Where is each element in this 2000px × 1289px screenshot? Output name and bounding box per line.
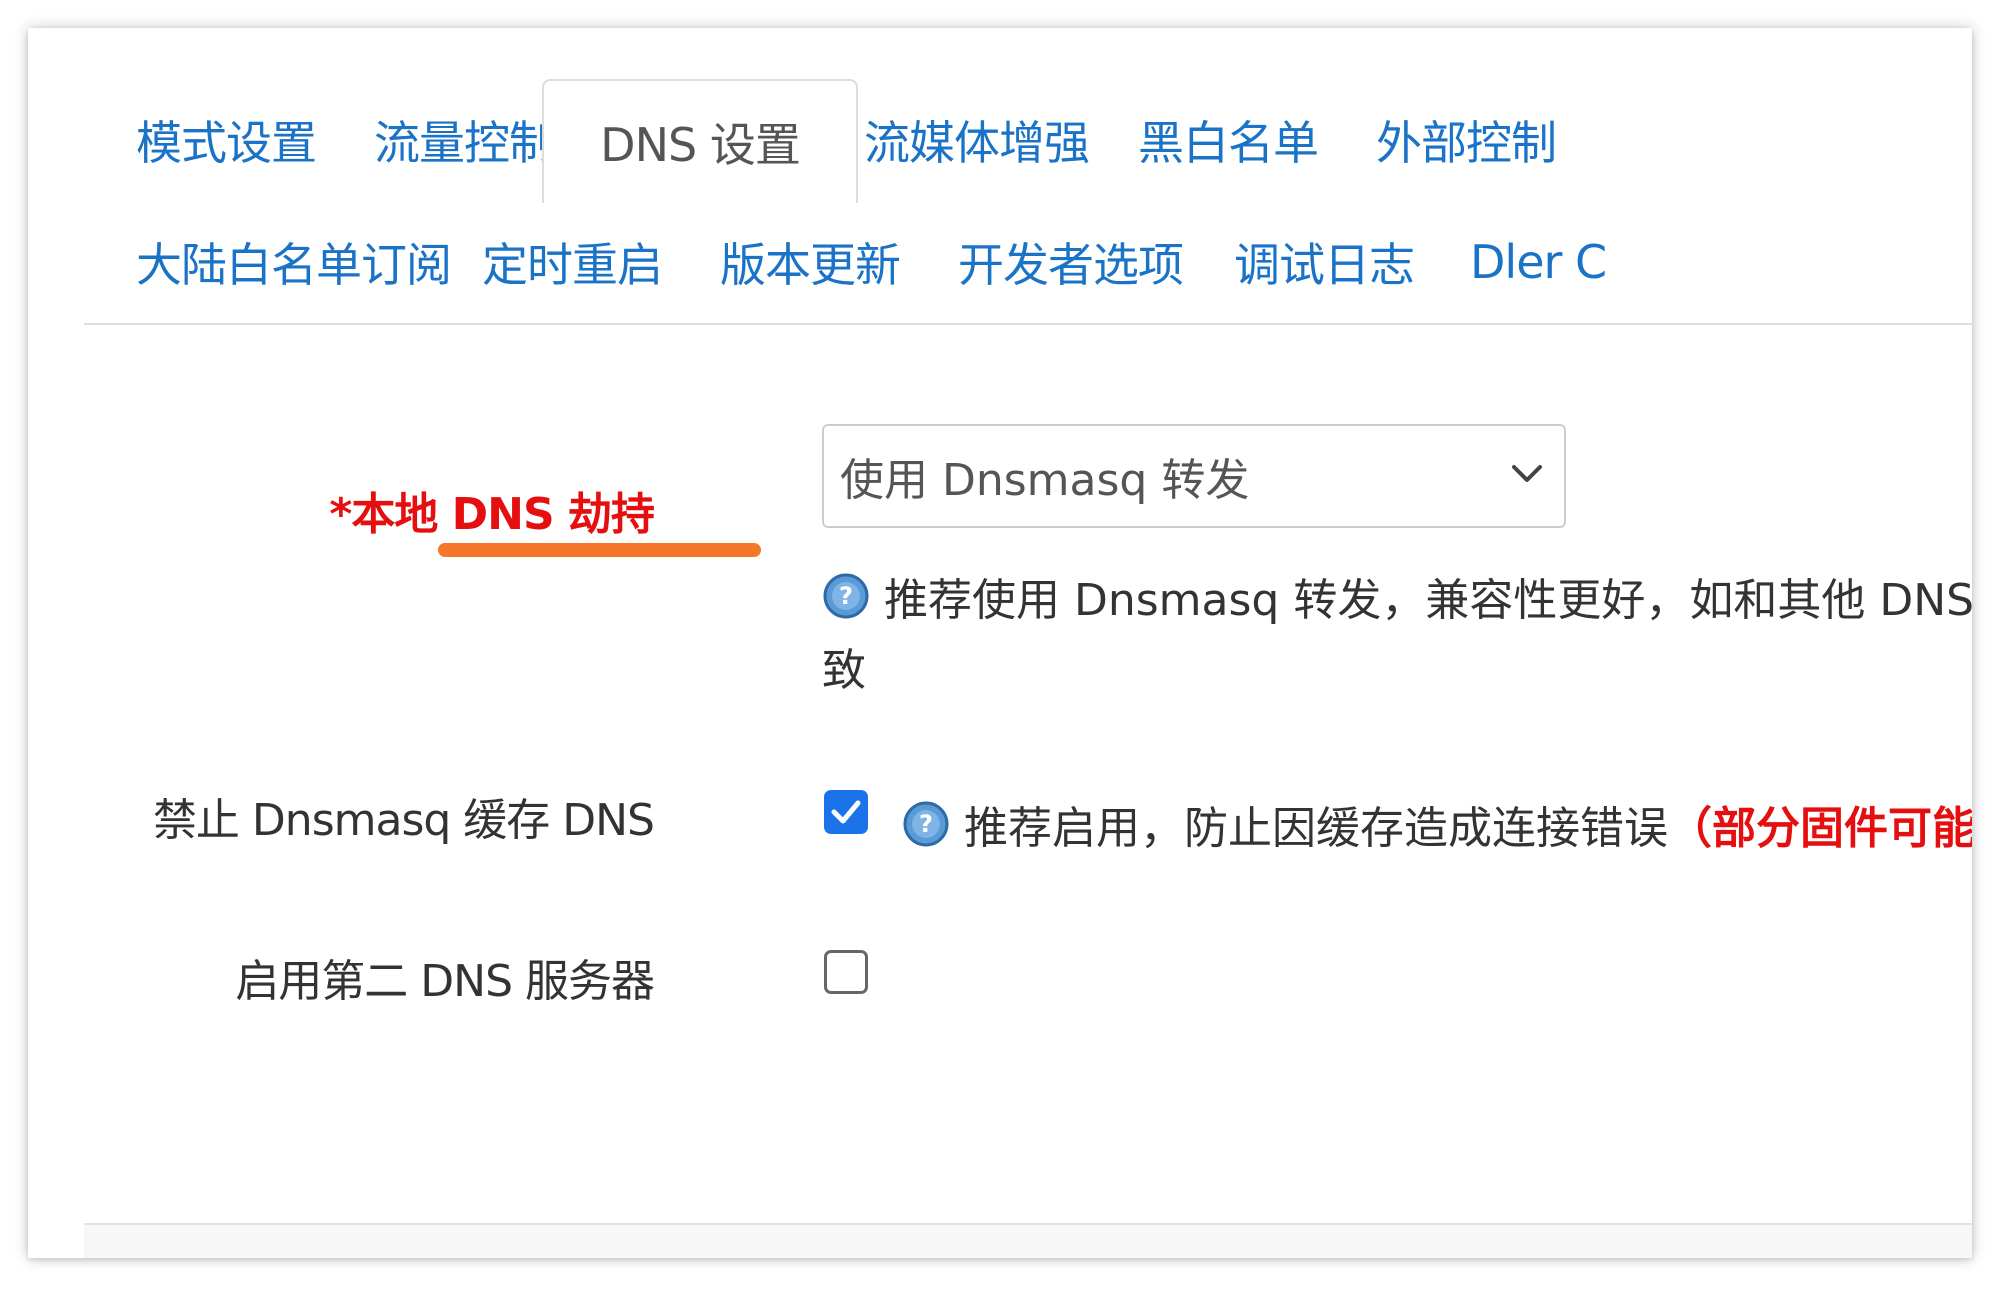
tab-dler-cloud[interactable]: Dler C	[1470, 201, 1607, 323]
tab-china-whitelist-subscription[interactable]: 大陆白名单订阅	[136, 201, 452, 323]
enable-second-dns-label: 启用第二 DNS 服务器	[235, 956, 655, 1007]
settings-panel: 模式设置 流量控制 DNS 设置 流媒体增强 黑白名单 外部控制 大陆白名单订阅…	[84, 28, 1972, 1258]
local-dns-hijack-help-text-line2: 致	[822, 645, 866, 696]
svg-text:?: ?	[919, 810, 933, 838]
enable-second-dns-checkbox[interactable]	[824, 950, 868, 994]
tab-traffic-control[interactable]: 流量控制	[374, 79, 555, 201]
tab-scheduled-restart[interactable]: 定时重启	[482, 201, 663, 323]
form-footer	[84, 1223, 1972, 1258]
tab-debug-log[interactable]: 调试日志	[1234, 201, 1415, 323]
highlight-underline	[438, 543, 761, 557]
svg-text:?: ?	[839, 582, 853, 610]
tab-bar-row-1: 模式设置 流量控制 DNS 设置 流媒体增强 黑白名单 外部控制	[84, 79, 1972, 203]
local-dns-hijack-select-value: 使用 Dnsmasq 转发	[840, 455, 1250, 506]
local-dns-hijack-help: ? 推荐使用 Dnsmasq 转发，兼容性更好，如和其他 DNS	[822, 564, 1972, 628]
question-mark-circle-icon[interactable]: ?	[902, 800, 950, 848]
tab-streaming-enhance[interactable]: 流媒体增强	[864, 79, 1090, 201]
tab-mode-settings[interactable]: 模式设置	[136, 79, 317, 201]
checkmark-icon	[831, 800, 861, 824]
tab-dns-settings[interactable]: DNS 设置	[542, 79, 858, 203]
local-dns-hijack-help-cont: 致	[822, 634, 866, 698]
disable-dnsmasq-cache-warning: （部分固件可能	[1668, 803, 1972, 854]
local-dns-hijack-label: *本地 DNS 劫持	[329, 489, 655, 540]
local-dns-hijack-help-text: 推荐使用 Dnsmasq 转发，兼容性更好，如和其他 DNS	[884, 575, 1972, 626]
tab-bar-row-2: 大陆白名单订阅 定时重启 版本更新 开发者选项 调试日志 Dler C	[84, 201, 1972, 325]
chevron-down-icon	[1512, 465, 1542, 482]
local-dns-hijack-select[interactable]: 使用 Dnsmasq 转发	[822, 424, 1566, 528]
disable-dnsmasq-cache-help-text: 推荐启用，防止因缓存造成连接错误	[964, 803, 1668, 854]
tab-black-white-list[interactable]: 黑白名单	[1138, 79, 1319, 201]
disable-dnsmasq-cache-checkbox[interactable]	[824, 790, 868, 834]
disable-dnsmasq-cache-help: ? 推荐启用，防止因缓存造成连接错误 （部分固件可能	[902, 792, 1972, 856]
settings-card: 模式设置 流量控制 DNS 设置 流媒体增强 黑白名单 外部控制 大陆白名单订阅…	[28, 28, 1972, 1258]
tab-external-control[interactable]: 外部控制	[1376, 79, 1557, 201]
tab-version-update[interactable]: 版本更新	[720, 201, 901, 323]
tab-developer-options[interactable]: 开发者选项	[958, 201, 1184, 323]
question-mark-circle-icon[interactable]: ?	[822, 572, 870, 620]
disable-dnsmasq-cache-label: 禁止 Dnsmasq 缓存 DNS	[152, 795, 655, 846]
